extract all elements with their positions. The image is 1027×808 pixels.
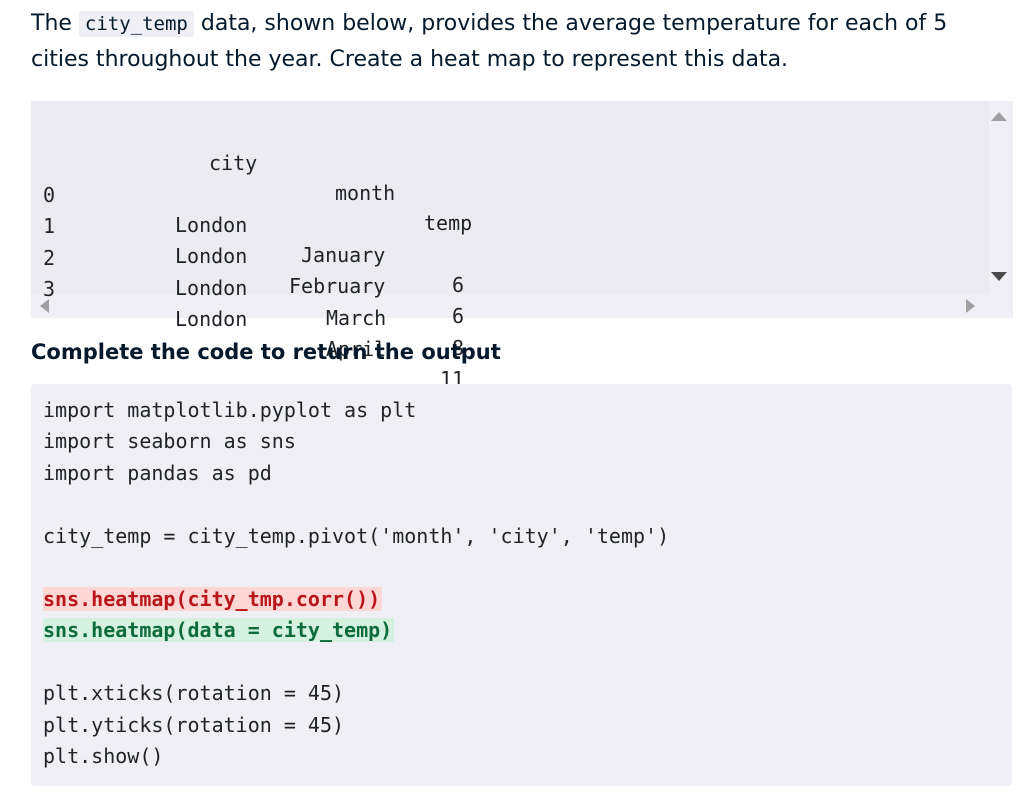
dataframe-row: 1 London February 6 — [31, 181, 989, 328]
cell-city: London — [175, 307, 248, 331]
inline-code-city-temp: city_temp — [78, 11, 194, 37]
removed-code-highlight: sns.heatmap(city_tmp.corr()) — [43, 587, 383, 611]
code-line-import-seaborn: import seaborn as sns — [43, 429, 296, 453]
cell-temp: 6 — [452, 304, 465, 328]
scroll-down-arrow-icon[interactable] — [991, 272, 1007, 281]
dataframe-row: 0 London January 6 — [31, 150, 989, 297]
question-prompt: The city_temp data, shown below, provide… — [31, 6, 1006, 78]
cell-month: March — [326, 306, 387, 330]
dataframe-header-row: city month temp — [31, 118, 989, 235]
code-line-yticks: plt.yticks(rotation = 45) — [43, 713, 345, 737]
code-line-added: sns.heatmap(data = city_temp) — [43, 615, 395, 645]
prompt-line-1: The city_temp data, shown below, provide… — [31, 6, 1006, 42]
scroll-up-arrow-icon[interactable] — [991, 112, 1007, 121]
code-line-xticks: plt.xticks(rotation = 45) — [43, 681, 345, 705]
code-line-show: plt.show() — [43, 744, 164, 768]
scroll-left-arrow-icon[interactable] — [40, 299, 49, 313]
code-line-import-pandas: import pandas as pd — [43, 461, 272, 485]
prompt-line-2: cities throughout the year. Create a hea… — [31, 47, 789, 72]
dataframe-row: 2 London March 8 — [31, 213, 989, 360]
code-line-import-matplotlib: import matplotlib.pyplot as plt — [43, 398, 417, 422]
cell-month: February — [289, 274, 386, 298]
code-line-removed: sns.heatmap(city_tmp.corr()) — [43, 584, 383, 614]
dataframe-row: 3 London April 11 — [31, 244, 989, 391]
prompt-text: The — [31, 11, 79, 36]
added-code-highlight: sns.heatmap(data = city_temp) — [43, 618, 395, 642]
section-heading: Complete the code to return the output — [31, 340, 501, 364]
scroll-right-arrow-icon[interactable] — [966, 299, 975, 313]
cell-city: London — [175, 276, 248, 300]
dataframe-output-panel[interactable]: city month temp 0 London January 6 1 Lon… — [31, 101, 1013, 391]
cell-temp: 6 — [452, 273, 465, 297]
code-editor-panel[interactable]: import matplotlib.pyplot as plt import s… — [31, 384, 1012, 786]
prompt-text: data, shown below, provides the average … — [193, 11, 948, 36]
code-line-pivot: city_temp = city_temp.pivot('month', 'ci… — [43, 524, 670, 548]
